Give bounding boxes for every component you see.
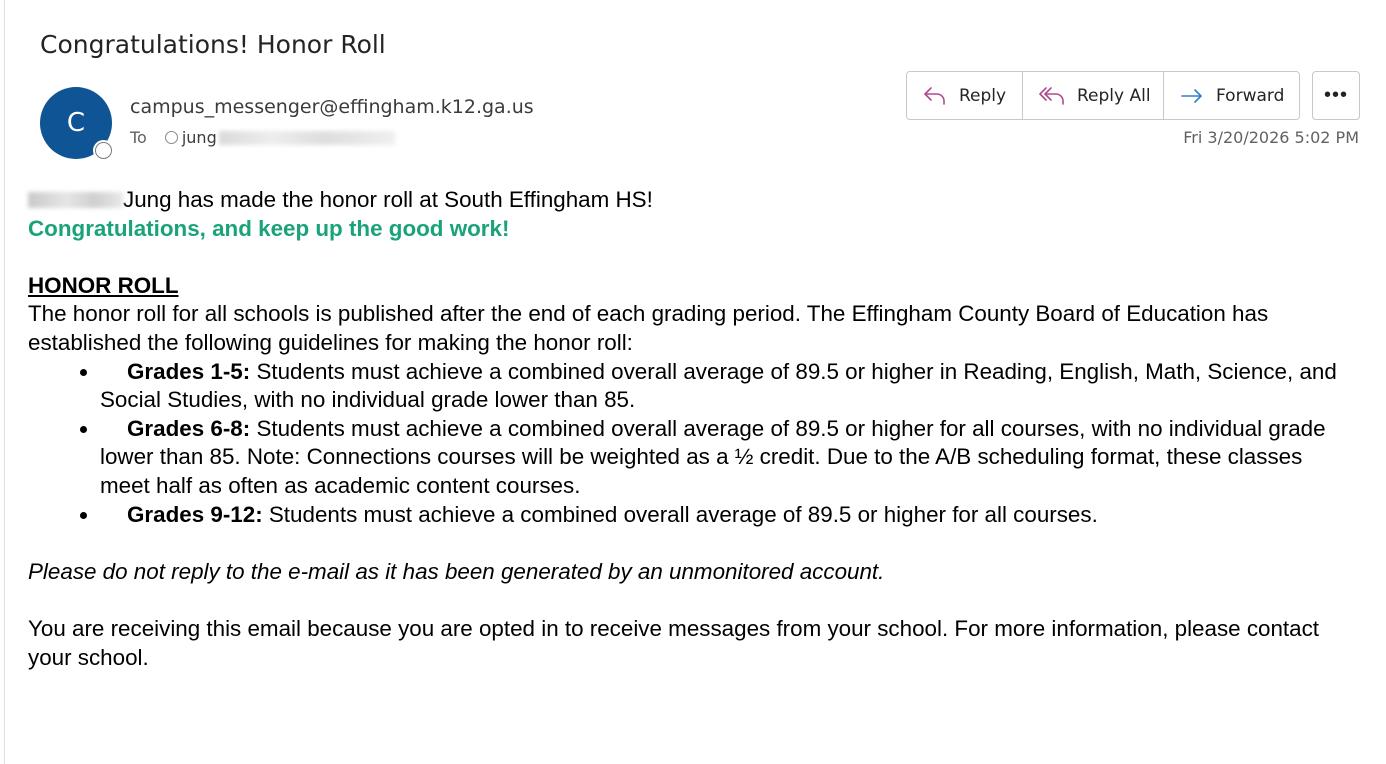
reply-label: Reply [959, 85, 1007, 106]
grade-text: Students must achieve a combined overall… [262, 501, 1098, 527]
grade-label: Grades 9-12: [127, 501, 263, 527]
list-item: Grades 9-12: Students must achieve a com… [100, 501, 1358, 530]
recipient-redacted [218, 130, 395, 145]
no-reply-notice: Please do not reply to the e-mail as it … [28, 558, 885, 584]
footer-notice: You are receiving this email because you… [28, 615, 1320, 670]
recipient-presence-icon [164, 131, 178, 144]
grade-guidelines-list: Grades 1-5: Students must achieve a comb… [28, 358, 1358, 530]
reply-icon [924, 86, 945, 105]
to-label: To [130, 128, 147, 147]
grade-label: Grades 1-5: [127, 358, 251, 384]
honor-roll-paragraph: The honor roll for all schools is publis… [28, 301, 1269, 355]
reply-button[interactable]: Reply [907, 72, 1023, 119]
student-name-redacted [28, 192, 123, 208]
presence-status-icon [93, 140, 114, 161]
forward-arrow-icon [1181, 88, 1202, 103]
forward-label: Forward [1216, 85, 1285, 106]
intro-text: Jung has made the honor roll at South Ef… [123, 187, 653, 212]
grade-label: Grades 6-8: [127, 415, 251, 441]
message-body: Jung has made the honor roll at South Ef… [28, 186, 1358, 672]
email-subject: Congratulations! Honor Roll [40, 30, 386, 59]
more-options-button[interactable]: ••• [1312, 71, 1360, 120]
reply-all-icon [1039, 86, 1064, 105]
grade-text: Students must achieve a combined overall… [100, 415, 1326, 498]
list-item: Grades 6-8: Students must achieve a comb… [100, 415, 1358, 501]
list-item: Grades 1-5: Students must achieve a comb… [100, 358, 1358, 415]
reply-all-button[interactable]: Reply All [1023, 72, 1164, 119]
honor-roll-heading: HONOR ROLL [28, 272, 179, 298]
congrats-line: Congratulations, and keep up the good wo… [28, 215, 510, 241]
message-actions: Reply Reply All Forward [906, 71, 1300, 120]
grade-text: Students must achieve a combined overall… [100, 358, 1337, 413]
recipient-name[interactable]: jung [182, 128, 217, 147]
sent-date: Fri 3/20/2026 5:02 PM [1183, 128, 1359, 147]
forward-button[interactable]: Forward [1164, 72, 1299, 119]
sender-address[interactable]: campus_messenger@effingham.k12.ga.us [130, 96, 534, 118]
recipients-row: To jung [130, 128, 395, 147]
intro-line: Jung has made the honor roll at South Ef… [28, 186, 1358, 215]
reading-pane-border [4, 0, 5, 764]
reply-all-label: Reply All [1077, 85, 1151, 106]
